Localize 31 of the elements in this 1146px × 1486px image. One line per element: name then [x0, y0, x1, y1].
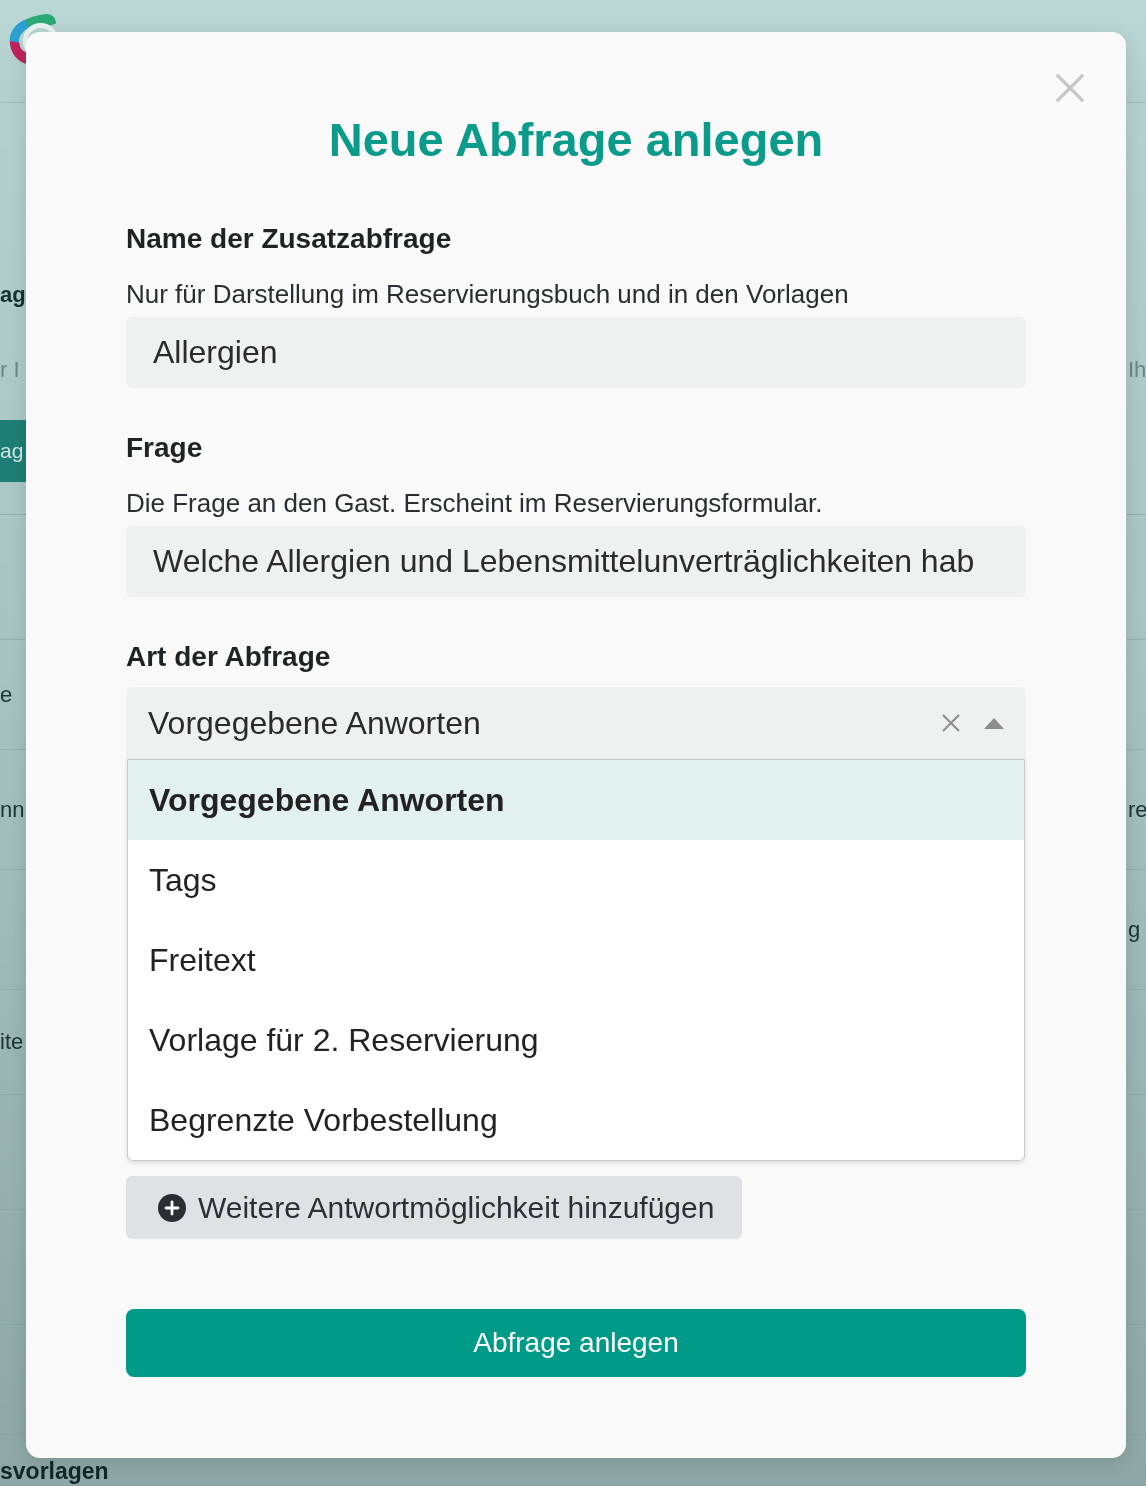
action-button[interactable]: ag: [0, 420, 26, 482]
field-label: Frage: [126, 431, 203, 465]
submit-button[interactable]: Abfrage anlegen: [126, 1309, 1026, 1377]
add-answer-button[interactable]: Weitere Antwortmöglichkeit hinzufügen: [126, 1176, 743, 1239]
dropdown-option[interactable]: Vorgegebene Anworten: [128, 760, 1024, 840]
select-value: Vorgegebene Anworten: [148, 704, 482, 742]
field-label: Name der Zusatzabfrage: [126, 222, 452, 256]
list-row-text: e: [0, 681, 13, 708]
dialog-title: Neue Abfrage anlegen: [328, 112, 824, 168]
clear-icon[interactable]: [942, 714, 960, 732]
field-description: Nur für Darstellung im Reservierungsbuch und in den Vorlagen: [126, 279, 849, 309]
page-subtitle: r I: [0, 357, 20, 383]
dropdown-option[interactable]: Begrenzte Vorbestellung: [128, 1080, 1024, 1160]
plus-circle-icon: [158, 1193, 186, 1222]
close-icon[interactable]: [1056, 74, 1084, 102]
section-heading: svorlagen: [0, 1458, 109, 1485]
list-row-text: g: [1127, 916, 1142, 943]
select-field[interactable]: Vorgegebene Anworten: [126, 687, 1026, 759]
page-subtitle: Ih: [1127, 357, 1146, 383]
page-heading: ag: [0, 282, 26, 308]
caret-icon[interactable]: [984, 717, 1004, 729]
dropdown-option[interactable]: Tags: [128, 840, 1024, 920]
text-input[interactable]: Welche Allergien und Lebensmittelunverträglichkeiten hab: [126, 526, 1026, 597]
field-description: Die Frage an den Gast. Erscheint im Reservierungsformular.: [126, 488, 823, 518]
dropdown-option[interactable]: Vorlage für 2. Reservierung: [128, 1000, 1024, 1080]
field-label: Art der Abfrage: [126, 640, 331, 674]
list-row-text: re: [1127, 796, 1146, 823]
dropdown-option[interactable]: Freitext: [128, 920, 1024, 1000]
list-row-text: nn: [0, 796, 25, 823]
list-row-text: ite: [0, 1029, 24, 1055]
text-input[interactable]: Allergien: [126, 317, 1026, 388]
